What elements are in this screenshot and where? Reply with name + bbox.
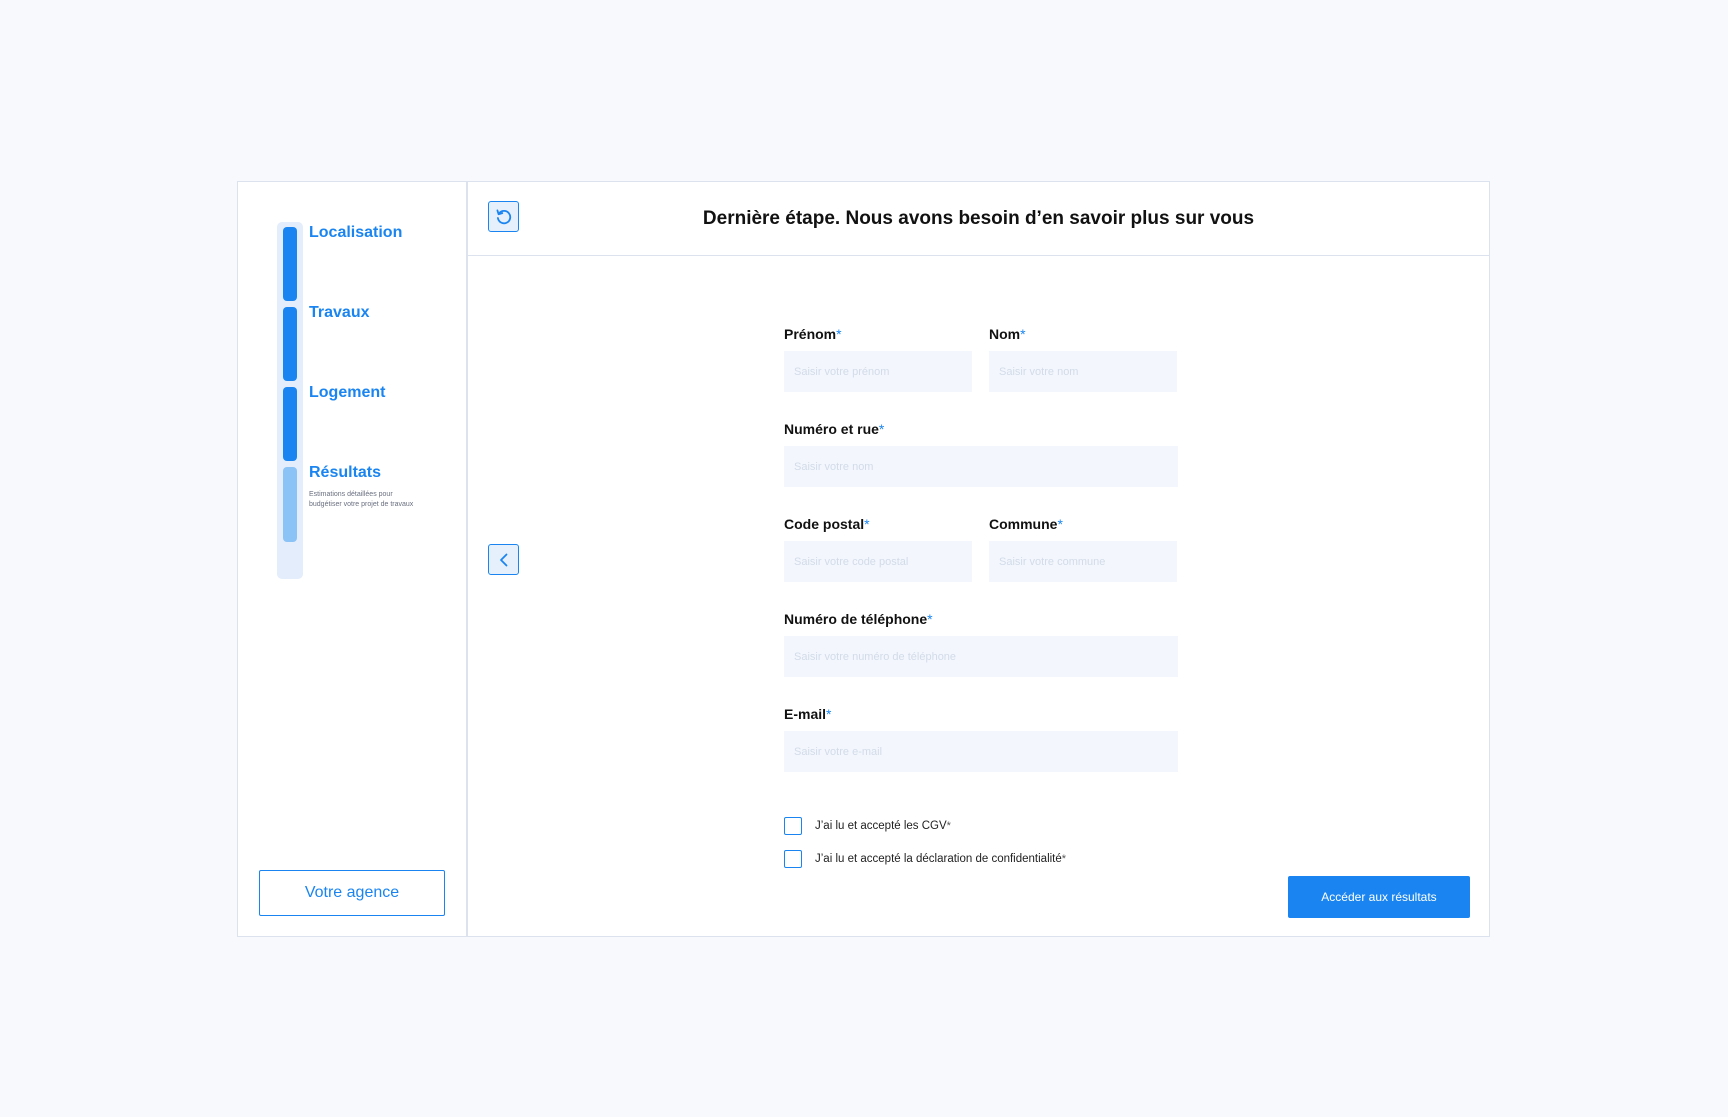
consent-checkboxes: J’ai lu et accepté les CGV* J’ai lu et a… bbox=[784, 816, 1066, 882]
agency-button[interactable]: Votre agence bbox=[259, 870, 445, 916]
city-field: Commune* bbox=[989, 516, 1177, 582]
street-field: Numéro et rue* bbox=[784, 421, 1178, 487]
page-title: Dernière étape. Nous avons besoin d’en s… bbox=[702, 208, 1255, 229]
email-input[interactable] bbox=[784, 731, 1178, 772]
contact-form: Prénom* Nom* Numéro et rue* Code postal*… bbox=[784, 326, 1178, 801]
lastname-label: Nom* bbox=[989, 326, 1026, 342]
city-label: Commune* bbox=[989, 516, 1063, 532]
street-label: Numéro et rue* bbox=[784, 421, 885, 437]
step-localisation[interactable]: Localisation bbox=[309, 224, 402, 242]
chevron-left-icon bbox=[499, 553, 507, 566]
postal-code-field: Code postal* bbox=[784, 516, 972, 582]
back-button[interactable] bbox=[488, 544, 519, 575]
name-row: Prénom* Nom* bbox=[784, 326, 1178, 392]
progress-track bbox=[277, 222, 303, 579]
lastname-input[interactable] bbox=[989, 351, 1177, 392]
step-travaux-label: Travaux bbox=[309, 304, 370, 321]
step-resultats: Résultats Estimations détaillées pour bu… bbox=[309, 464, 415, 510]
email-row: E-mail* bbox=[784, 706, 1178, 772]
step-travaux[interactable]: Travaux bbox=[309, 304, 369, 322]
location-row: Code postal* Commune* bbox=[784, 516, 1178, 582]
progress-segment-localisation bbox=[283, 227, 297, 301]
step-logement-label: Logement bbox=[309, 384, 386, 401]
privacy-checkbox-box[interactable] bbox=[784, 850, 802, 868]
phone-label: Numéro de téléphone* bbox=[784, 611, 933, 627]
email-field: E-mail* bbox=[784, 706, 1178, 772]
submit-button[interactable]: Accéder aux résultats bbox=[1288, 876, 1470, 918]
street-row: Numéro et rue* bbox=[784, 421, 1178, 487]
cgv-checkbox-box[interactable] bbox=[784, 817, 802, 835]
step-localisation-label: Localisation bbox=[309, 224, 403, 241]
cgv-checkbox-label: J’ai lu et accepté les CGV* bbox=[815, 820, 951, 832]
progress-segment-resultats bbox=[283, 467, 297, 542]
progress-sidebar: Localisation Travaux Logement Résultats … bbox=[237, 181, 467, 937]
main-panel: Dernière étape. Nous avons besoin d’en s… bbox=[467, 181, 1490, 937]
privacy-checkbox[interactable]: J’ai lu et accepté la déclaration de con… bbox=[784, 849, 1066, 869]
phone-field: Numéro de téléphone* bbox=[784, 611, 1178, 677]
cgv-checkbox[interactable]: J’ai lu et accepté les CGV* bbox=[784, 816, 1066, 836]
email-label: E-mail* bbox=[784, 706, 832, 722]
progress-segment-logement bbox=[283, 387, 297, 461]
privacy-checkbox-label: J’ai lu et accepté la déclaration de con… bbox=[815, 853, 1067, 865]
postal-code-input[interactable] bbox=[784, 541, 972, 582]
page-header: Dernière étape. Nous avons besoin d’en s… bbox=[468, 182, 1489, 256]
step-logement[interactable]: Logement bbox=[309, 384, 385, 402]
firstname-input[interactable] bbox=[784, 351, 972, 392]
step-resultats-label: Résultats bbox=[309, 464, 382, 481]
postal-code-label: Code postal* bbox=[784, 516, 870, 532]
city-input[interactable] bbox=[989, 541, 1177, 582]
step-resultats-description: Estimations détaillées pour budgétiser v… bbox=[309, 491, 414, 508]
lastname-field: Nom* bbox=[989, 326, 1177, 392]
progress-segment-travaux bbox=[283, 307, 297, 381]
phone-row: Numéro de téléphone* bbox=[784, 611, 1178, 677]
firstname-field: Prénom* bbox=[784, 326, 972, 392]
street-input[interactable] bbox=[784, 446, 1178, 487]
phone-input[interactable] bbox=[784, 636, 1178, 677]
firstname-label: Prénom* bbox=[784, 326, 842, 342]
